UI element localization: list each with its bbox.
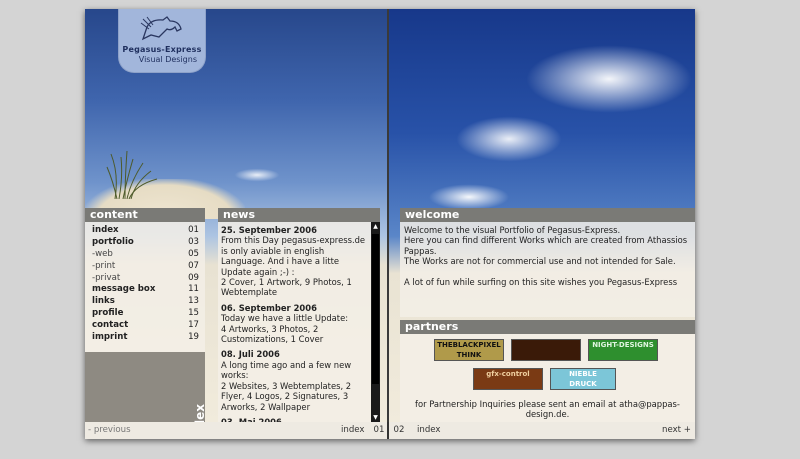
news-date: 25. September 2006 xyxy=(221,225,317,235)
partner-banner[interactable]: gfx-control xyxy=(473,368,543,390)
partners-heading: partners xyxy=(400,320,695,334)
menu-item-imprint[interactable]: imprint 19 xyxy=(85,332,205,344)
news-text: Today we have a little Update: 4 Artwork… xyxy=(221,313,349,345)
news-entry: 06. September 2006 Today we have a little… xyxy=(218,303,373,350)
index-box: index xyxy=(85,352,207,422)
menu-item-page: 09 xyxy=(188,272,199,283)
content-menu: index 01 portfolio 03 -web 05 -print 07 -privat 0… xyxy=(85,222,205,352)
partner-banner[interactable] xyxy=(511,339,581,361)
menu-item-web[interactable]: -web 05 xyxy=(85,249,205,261)
partner-banner[interactable]: THEBLACKPIXEL THINK DIFFERENT xyxy=(434,339,504,361)
index-vertical-label: index xyxy=(193,404,207,422)
news-date: 06. September 2006 xyxy=(221,302,317,313)
welcome-heading: welcome xyxy=(400,208,695,222)
partner-banner-line1: NIEBLE xyxy=(569,370,597,378)
news-heading: news xyxy=(218,208,380,222)
menu-item-label: index xyxy=(92,225,119,235)
menu-item-messagebox[interactable]: message box 11 xyxy=(85,284,205,296)
scroll-thumb[interactable] xyxy=(372,234,379,384)
scroll-up-arrow-icon[interactable]: ▲ xyxy=(371,222,380,231)
scroll-down-arrow-icon[interactable]: ▼ xyxy=(371,413,380,422)
news-entry: 25. September 2006 From this Day pegasus-… xyxy=(218,225,373,303)
menu-item-label: imprint xyxy=(92,332,128,343)
index-link-right[interactable]: index xyxy=(417,422,441,439)
menu-item-profile[interactable]: profile 15 xyxy=(85,308,205,320)
right-page: welcome Welcome to the visual Portfolio … xyxy=(389,9,695,422)
index-link-left[interactable]: index xyxy=(341,422,365,439)
menu-item-page: 17 xyxy=(188,320,199,331)
menu-item-portfolio[interactable]: portfolio 03 xyxy=(85,237,205,249)
news-text: A long time ago and a few new works: 2 W… xyxy=(221,359,352,412)
partner-banner[interactable]: NIEBLE DRUCK xyxy=(550,368,616,390)
previous-link[interactable]: - previous xyxy=(88,422,131,439)
menu-item-label: -print xyxy=(92,260,116,271)
partner-banner-line1: THEBLACKPIXEL xyxy=(437,341,501,349)
logo-title: Pegasus-Express xyxy=(122,45,202,54)
menu-item-page: 01 xyxy=(188,225,199,235)
menu-item-page: 05 xyxy=(188,248,199,259)
welcome-panel: Welcome to the visual Portfolio of Pegas… xyxy=(400,222,695,317)
menu-item-index[interactable]: index 01 xyxy=(85,225,205,237)
menu-item-label: portfolio xyxy=(92,236,134,247)
news-date: 08. Juli 2006 xyxy=(221,349,280,360)
menu-item-label: message box xyxy=(92,284,156,295)
menu-item-print[interactable]: -print 07 xyxy=(85,261,205,273)
left-page: Pegasus-Express Visual Designs content i… xyxy=(85,9,387,422)
menu-item-page: 07 xyxy=(188,260,199,271)
menu-item-page: 15 xyxy=(188,308,199,319)
menu-item-privat[interactable]: -privat 09 xyxy=(85,273,205,285)
partner-banner-line1: NIGHT-DESIGNS xyxy=(592,341,654,349)
pegasus-horse-icon xyxy=(140,16,182,41)
menu-item-page: 13 xyxy=(188,296,199,307)
partners-panel: THEBLACKPIXEL THINK DIFFERENT NIGHT-DESIGN… xyxy=(400,334,695,422)
menu-item-label: contact xyxy=(92,320,129,331)
news-entry: 08. Juli 2006 A long time ago and a few n… xyxy=(218,349,373,416)
menu-item-label: -web xyxy=(92,248,113,259)
menu-item-links[interactable]: links 13 xyxy=(85,296,205,308)
page-footer: - previous index 01 02 index next + xyxy=(85,422,695,439)
menu-item-label: profile xyxy=(92,308,124,319)
portfolio-book: Pegasus-Express Visual Designs content i… xyxy=(85,9,695,439)
news-scrollbar[interactable]: ▲ ▼ xyxy=(371,222,380,422)
menu-item-page: 19 xyxy=(188,332,199,343)
partner-banner-line1: gfx-control xyxy=(486,370,530,378)
menu-item-contact[interactable]: contact 17 xyxy=(85,320,205,332)
site-logo[interactable]: Pegasus-Express Visual Designs xyxy=(118,9,206,73)
partner-banner-line2: THINK DIFFERENT xyxy=(456,351,482,359)
partners-contact-text: for Partnership Inquiries please sent an… xyxy=(415,399,680,419)
page-number-left: 01 xyxy=(373,425,385,435)
footer-spine xyxy=(387,422,389,439)
page-number-right: 02 xyxy=(393,425,405,435)
next-link[interactable]: next + xyxy=(662,422,691,439)
partner-banner[interactable]: NIGHT-DESIGNS xyxy=(588,339,658,361)
menu-item-page: 03 xyxy=(188,236,199,247)
logo-subtitle: Visual Designs xyxy=(138,55,197,64)
news-text: From this Day pegasus-express.de is only… xyxy=(221,235,366,298)
menu-item-label: -privat xyxy=(92,272,121,283)
news-panel: 25. September 2006 From this Day pegasus-… xyxy=(218,222,373,422)
content-heading: content xyxy=(85,208,205,222)
dune-grass-image xyxy=(106,150,158,199)
partner-banner-line2: DRUCK xyxy=(569,380,597,388)
menu-item-label: links xyxy=(92,296,115,307)
menu-item-page: 11 xyxy=(188,284,199,295)
welcome-text: Welcome to the visual Portfolio of Pegas… xyxy=(404,225,688,288)
